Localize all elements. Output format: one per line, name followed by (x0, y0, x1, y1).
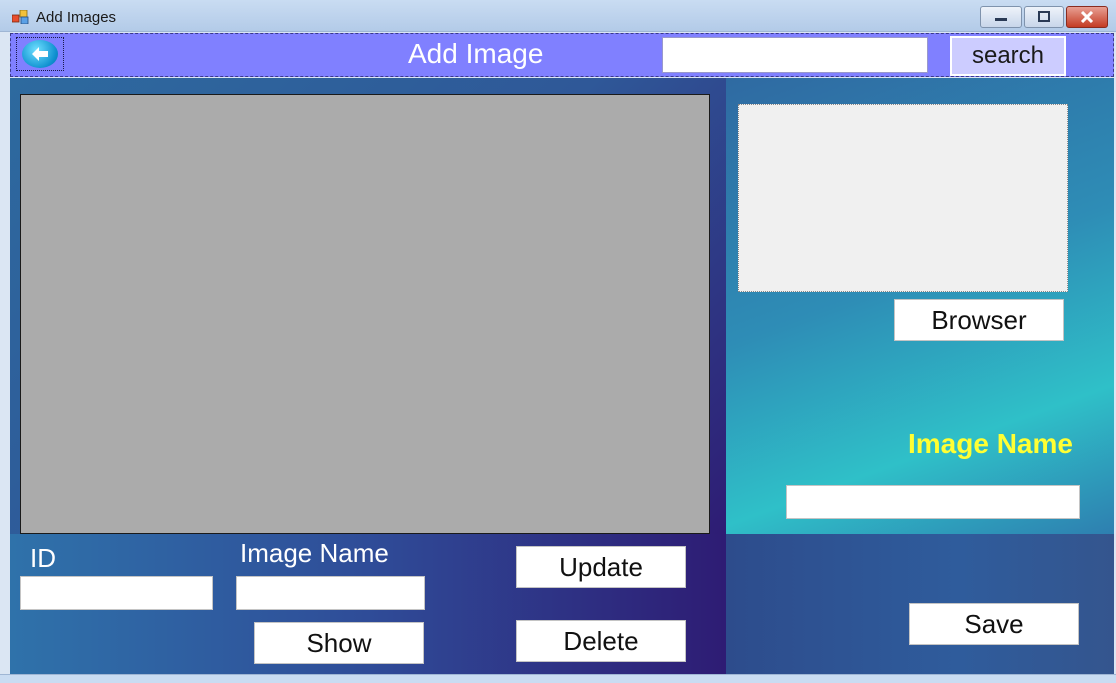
update-button[interactable]: Update (516, 546, 686, 588)
maximize-button[interactable] (1024, 6, 1064, 28)
search-button[interactable]: search (950, 36, 1066, 76)
header-bar (10, 33, 1114, 77)
image-name-label: Image Name (908, 428, 1073, 459)
window-title: Add Images (36, 9, 117, 26)
browse-button[interactable]: Browser (894, 299, 1064, 341)
id-input[interactable] (20, 576, 213, 610)
id-label: ID (30, 543, 56, 573)
arrow-left-glyph (32, 47, 48, 61)
images-grid[interactable] (20, 94, 710, 534)
image-name-input[interactable] (786, 485, 1080, 519)
page-title: Add Image (408, 38, 544, 69)
arrow-left-icon[interactable] (22, 40, 58, 68)
title-bar (0, 0, 1116, 32)
save-button[interactable]: Save (909, 603, 1079, 645)
app-icon (12, 10, 29, 24)
close-icon (1080, 11, 1094, 23)
minimize-button[interactable] (980, 6, 1022, 28)
search-input[interactable] (662, 37, 928, 73)
minimize-icon (995, 18, 1007, 21)
close-button[interactable] (1066, 6, 1108, 28)
image-preview[interactable] (738, 104, 1068, 292)
maximize-icon (1038, 11, 1050, 22)
form-image-name-label: Image Name (240, 538, 389, 568)
show-button[interactable]: Show (254, 622, 424, 664)
delete-button[interactable]: Delete (516, 620, 686, 662)
window-bottom-border (0, 674, 1116, 683)
form-image-name-input[interactable] (236, 576, 425, 610)
